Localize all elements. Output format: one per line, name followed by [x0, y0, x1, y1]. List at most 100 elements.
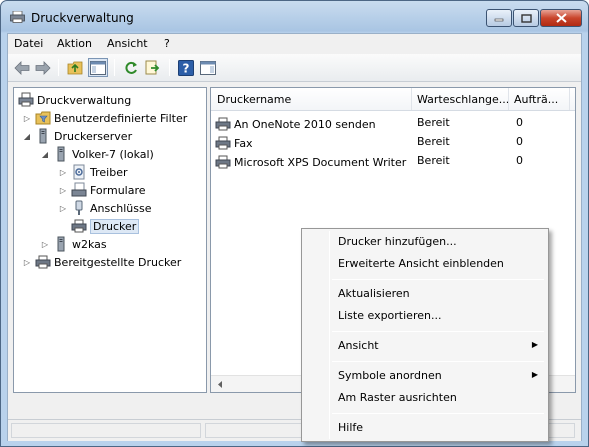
up-folder-button[interactable]	[65, 58, 85, 77]
printer-icon	[215, 155, 231, 169]
collapse-icon[interactable]: ◢	[40, 150, 50, 159]
menu-item-symbole-anordnen[interactable]: Symbole anordnen ▶	[304, 366, 546, 386]
server-icon	[39, 128, 47, 144]
printer-icon	[71, 219, 87, 233]
help-button[interactable]: ?	[176, 58, 196, 77]
minimize-button[interactable]	[486, 9, 512, 27]
menu-item-liste-exportieren[interactable]: Liste exportieren...	[304, 306, 546, 326]
tree-item-druckverwaltung[interactable]: Druckverwaltung	[18, 91, 131, 109]
tree-item-volker-7[interactable]: ◢ Volker-7 (lokal)	[40, 145, 154, 163]
menu-item-ansicht[interactable]: Ansicht ▶	[304, 336, 546, 356]
expand-icon[interactable]: ▷	[58, 186, 68, 195]
filter-folder-icon	[35, 111, 51, 125]
back-button[interactable]	[12, 58, 32, 77]
maximize-icon	[520, 13, 532, 23]
menu-item-label: Hilfe	[338, 421, 364, 434]
tree-item-benutzerdefinierte-filter[interactable]: ▷ Benutzerdefinierte Filter	[22, 109, 187, 127]
printer-name: An OneNote 2010 senden	[234, 117, 376, 131]
queue-status: Bereit	[417, 135, 450, 148]
export-icon	[145, 60, 160, 75]
console-tree-icon	[90, 60, 106, 75]
printer-name: Microsoft XPS Document Writer	[234, 155, 407, 169]
menu-aktion[interactable]: Aktion	[57, 37, 92, 50]
close-button[interactable]	[540, 9, 582, 27]
tree-item-label: Treiber	[90, 165, 128, 179]
collapse-icon[interactable]: ◢	[22, 132, 32, 141]
window-title: Druckverwaltung	[31, 11, 134, 25]
tree-item-formulare[interactable]: ▷ Formulare	[58, 181, 146, 199]
printer-icon	[35, 255, 51, 269]
minimize-icon	[494, 18, 504, 22]
toolbar: ?	[8, 54, 581, 82]
column-header-warteschlange[interactable]: Warteschlange...	[417, 93, 509, 106]
expand-icon[interactable]: ▷	[40, 240, 50, 249]
menu-item-hilfe[interactable]: Hilfe	[304, 418, 546, 438]
table-row[interactable]: An OneNote 2010 senden Bereit 0	[211, 114, 575, 133]
action-pane-icon	[200, 60, 216, 75]
computer-icon	[57, 236, 65, 252]
menu-item-label: Erweiterte Ansicht einblenden	[338, 257, 504, 270]
forms-icon	[71, 182, 87, 197]
forward-button[interactable]	[33, 58, 53, 77]
menu-item-label: Ansicht	[338, 339, 379, 352]
menu-item-label: Symbole anordnen	[338, 369, 442, 382]
queue-status: Bereit	[417, 116, 450, 129]
tree-item-label: Volker-7 (lokal)	[72, 147, 154, 161]
console-tree-button[interactable]	[88, 58, 108, 77]
menu-ansicht[interactable]: Ansicht	[107, 37, 148, 50]
submenu-arrow-icon: ▶	[531, 340, 538, 349]
menu-item-label: Aktualisieren	[338, 287, 410, 300]
tree-item-label: Bereitgestellte Drucker	[54, 255, 182, 269]
menu-item-am-raster-ausrichten[interactable]: Am Raster ausrichten	[304, 388, 546, 408]
computer-icon	[57, 146, 65, 162]
tree-item-druckerserver[interactable]: ◢ Druckerserver	[22, 127, 132, 145]
tree-item-treiber[interactable]: ▷ Treiber	[58, 163, 127, 181]
fax-printer-icon	[215, 136, 231, 150]
tree-item-anschluesse[interactable]: ▷ Anschlüsse	[58, 199, 152, 217]
console-tree[interactable]: Druckverwaltung ▷ Benutzerdefinierte Fil…	[13, 87, 207, 393]
menu-datei[interactable]: Datei	[14, 37, 43, 50]
tree-item-label: Anschlüsse	[90, 201, 152, 215]
help-icon: ?	[178, 59, 194, 76]
menu-item-aktualisieren[interactable]: Aktualisieren	[304, 284, 546, 304]
maximize-button[interactable]	[513, 9, 539, 27]
menu-item-erweiterte-ansicht[interactable]: Erweiterte Ansicht einblenden	[304, 254, 546, 274]
menu-item-label: Am Raster ausrichten	[338, 391, 457, 404]
expand-icon[interactable]: ▷	[58, 168, 68, 177]
tree-item-drucker[interactable]: Drucker	[71, 217, 140, 235]
printer-icon	[215, 117, 231, 131]
port-icon	[75, 200, 83, 215]
title-bar[interactable]: Druckverwaltung	[1, 1, 588, 33]
svg-text:?: ?	[183, 61, 190, 75]
table-row[interactable]: Microsoft XPS Document Writer Bereit 0	[211, 152, 575, 171]
job-count: 0	[516, 135, 523, 148]
print-management-icon	[10, 11, 25, 23]
tree-item-bereitgestellte-drucker[interactable]: ▷ Bereitgestellte Drucker	[22, 253, 181, 271]
expand-icon[interactable]: ▷	[58, 204, 68, 213]
menu-item-drucker-hinzufuegen[interactable]: Drucker hinzufügen...	[304, 232, 546, 252]
job-count: 0	[516, 154, 523, 167]
tree-item-label: Formulare	[90, 183, 146, 197]
scroll-left-icon[interactable]	[213, 377, 227, 392]
table-row[interactable]: Fax Bereit 0	[211, 133, 575, 152]
refresh-icon	[125, 61, 137, 74]
menu-bar: Datei Aktion Ansicht ?	[8, 34, 581, 54]
refresh-button[interactable]	[121, 58, 141, 77]
expand-icon[interactable]: ▷	[22, 114, 32, 123]
action-pane-button[interactable]	[198, 58, 218, 77]
queue-status: Bereit	[417, 154, 450, 167]
menu-item-label: Liste exportieren...	[338, 309, 442, 322]
column-header-auftraege[interactable]: Aufträ...	[514, 93, 558, 106]
export-list-button[interactable]	[143, 58, 163, 77]
menu-help[interactable]: ?	[164, 37, 170, 50]
tree-item-label: w2kas	[72, 237, 107, 251]
expand-icon[interactable]: ▷	[22, 258, 32, 267]
column-header-druckername[interactable]: Druckername	[217, 93, 291, 106]
tree-item-label: Drucker	[90, 218, 140, 234]
close-icon	[555, 13, 567, 23]
submenu-arrow-icon: ▶	[531, 370, 538, 379]
list-header: Druckername Warteschlange... Aufträ...	[211, 88, 575, 111]
tree-item-w2kas[interactable]: ▷ w2kas	[40, 235, 107, 253]
status-segment	[11, 423, 201, 438]
context-menu: Drucker hinzufügen... Erweiterte Ansicht…	[301, 228, 549, 442]
